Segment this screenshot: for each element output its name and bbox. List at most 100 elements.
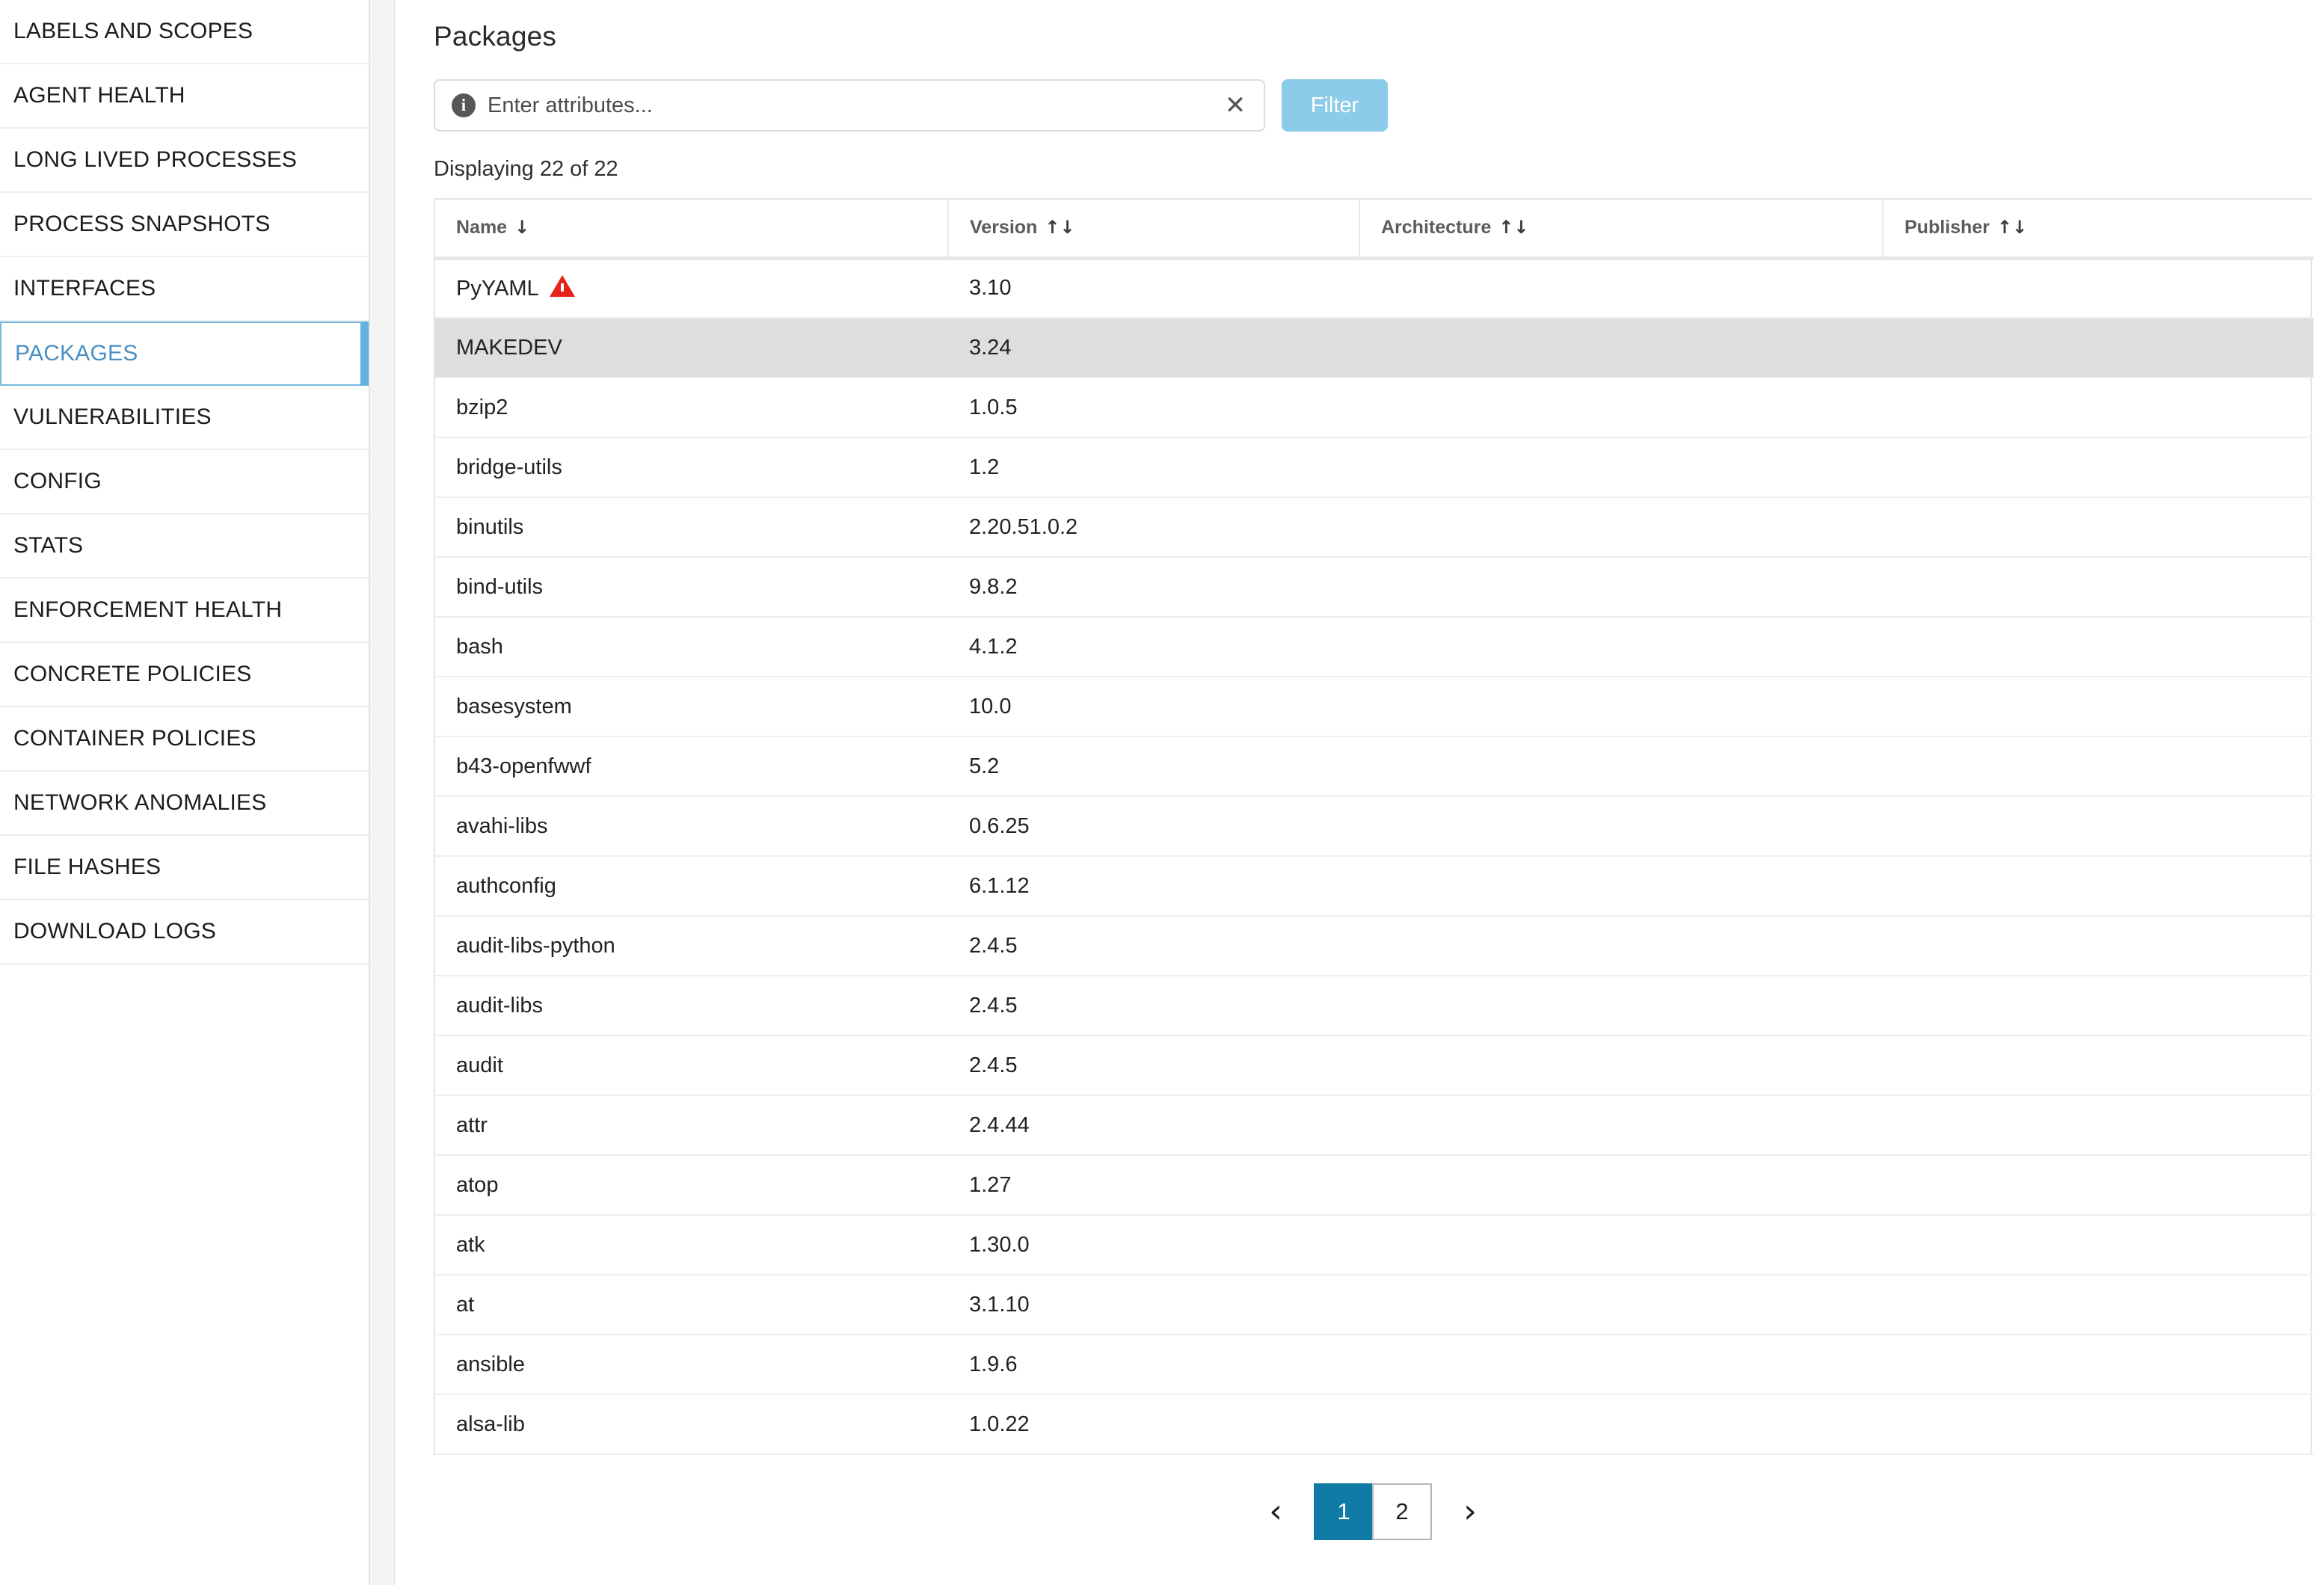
sidebar-item-vulnerabilities[interactable]: VULNERABILITIES	[0, 386, 369, 450]
sidebar-item-network-anomalies[interactable]: NETWORK ANOMALIES	[0, 772, 369, 836]
pagination-pages: 12	[1314, 1483, 1432, 1540]
sidebar-item-concrete-policies[interactable]: CONCRETE POLICIES	[0, 643, 369, 707]
sidebar-item-label: LABELS AND SCOPES	[13, 19, 253, 43]
package-name: at	[456, 1292, 475, 1317]
column-header-name[interactable]: Name ↓	[435, 200, 949, 260]
sidebar-item-file-hashes[interactable]: FILE HASHES	[0, 836, 369, 900]
package-name: bind-utils	[456, 574, 544, 599]
chevron-left-icon[interactable]: ‹	[1258, 1490, 1293, 1533]
cell-name: bridge-utils	[435, 437, 948, 498]
cell-architecture	[1359, 1275, 1883, 1335]
table-row[interactable]: bridge-utils 1.2	[435, 437, 2314, 498]
packages-page: LABELS AND SCOPES AGENT HEALTH LONG LIVED …	[0, 0, 2324, 1585]
package-name: bridge-utils	[456, 455, 562, 479]
displaying-count: Displaying 22 of 22	[434, 157, 618, 181]
sidebar-item-interfaces[interactable]: INTERFACES	[0, 257, 369, 321]
table-row[interactable]: basesystem 10.0	[435, 677, 2314, 737]
close-icon[interactable]: ✕	[1220, 90, 1250, 120]
table-row[interactable]: at 3.1.10	[435, 1275, 2314, 1335]
chevron-right-icon[interactable]: ›	[1453, 1490, 1487, 1533]
attributes-input[interactable]: i Enter attributes... ✕	[434, 79, 1265, 132]
table-row[interactable]: attr 2.4.44	[435, 1095, 2314, 1156]
package-name: avahi-libs	[456, 813, 548, 838]
table-header: Name ↓ Version ↑↓ Architecture ↑↓ Publisher ↑↓	[435, 200, 2314, 260]
cell-publisher	[1883, 557, 2314, 618]
table-row[interactable]: binutils 2.20.51.0.2	[435, 497, 2314, 558]
cell-name: audit-libs-python	[435, 916, 948, 976]
package-name: atop	[456, 1172, 499, 1197]
sidebar-item-long-lived-processes[interactable]: LONG LIVED PROCESSES	[0, 129, 369, 193]
cell-name: binutils	[435, 497, 948, 558]
sidebar-item-container-policies[interactable]: CONTAINER POLICIES	[0, 707, 369, 772]
cell-architecture	[1359, 437, 1883, 498]
sidebar-item-process-snapshots[interactable]: PROCESS SNAPSHOTS	[0, 193, 369, 257]
cell-name: bash	[435, 617, 948, 677]
cell-version: 5.2	[948, 736, 1359, 797]
sidebar-item-download-logs[interactable]: DOWNLOAD LOGS	[0, 900, 369, 964]
cell-publisher	[1883, 1335, 2314, 1395]
cell-architecture	[1359, 1335, 1883, 1395]
table-row[interactable]: bzip2 1.0.5	[435, 378, 2314, 438]
package-name: audit-libs-python	[456, 933, 615, 958]
cell-publisher	[1883, 378, 2314, 438]
sidebar-item-label: FILE HASHES	[13, 855, 162, 879]
cell-version: 1.0.22	[948, 1394, 1359, 1455]
sidebar-item-label: LONG LIVED PROCESSES	[13, 147, 298, 172]
table-row[interactable]: audit-libs-python 2.4.5	[435, 916, 2314, 976]
table-row[interactable]: atk 1.30.0	[435, 1215, 2314, 1275]
package-name: b43-openfwwf	[456, 754, 591, 778]
table-row[interactable]: avahi-libs 0.6.25	[435, 796, 2314, 857]
table-row[interactable]: ansible 1.9.6	[435, 1335, 2314, 1395]
table-row[interactable]: audit 2.4.5	[435, 1035, 2314, 1096]
table-row[interactable]: alsa-lib 1.0.22	[435, 1394, 2314, 1455]
column-header-label: Publisher	[1905, 217, 1990, 238]
cell-version: 1.27	[948, 1155, 1359, 1216]
column-header-architecture[interactable]: Architecture ↑↓	[1359, 200, 1884, 260]
cell-publisher	[1883, 1095, 2314, 1156]
table-row[interactable]: MAKEDEV 3.24	[435, 318, 2314, 378]
page-button-2[interactable]: 2	[1372, 1483, 1432, 1540]
column-header-version[interactable]: Version ↑↓	[948, 200, 1360, 260]
info-icon: i	[452, 93, 476, 117]
table-row[interactable]: bind-utils 9.8.2	[435, 557, 2314, 618]
table-row[interactable]: bash 4.1.2	[435, 617, 2314, 677]
sidebar-item-label: PROCESS SNAPSHOTS	[13, 212, 271, 236]
sidebar-nav-list: LABELS AND SCOPES AGENT HEALTH LONG LIVED …	[0, 0, 369, 964]
filter-button[interactable]: Filter	[1282, 79, 1388, 132]
table-row[interactable]: authconfig 6.1.12	[435, 856, 2314, 917]
sidebar-item-label: DOWNLOAD LOGS	[13, 919, 216, 944]
packages-table: Name ↓ Version ↑↓ Architecture ↑↓ Publisher ↑↓ …	[435, 200, 2314, 1455]
sidebar-item-stats[interactable]: STATS	[0, 514, 369, 579]
sidebar-item-enforcement-health[interactable]: ENFORCEMENT HEALTH	[0, 579, 369, 643]
table-body: PyYAML 3.10 MAKEDEV 3.24 bzip2 1.0.5 bridge-ut…	[435, 258, 2314, 1455]
table-header-row: Name ↓ Version ↑↓ Architecture ↑↓ Publisher ↑↓	[435, 200, 2314, 260]
cell-version: 6.1.12	[948, 856, 1359, 917]
cell-architecture	[1359, 557, 1883, 618]
cell-publisher	[1883, 1394, 2314, 1455]
cell-architecture	[1359, 677, 1883, 737]
sidebar-item-label: INTERFACES	[13, 276, 156, 301]
column-header-publisher[interactable]: Publisher ↑↓	[1883, 200, 2314, 260]
cell-publisher	[1883, 497, 2314, 558]
table-row[interactable]: PyYAML 3.10	[435, 258, 2314, 318]
table-row[interactable]: b43-openfwwf 5.2	[435, 736, 2314, 797]
cell-publisher	[1883, 1215, 2314, 1275]
sidebar-item-config[interactable]: CONFIG	[0, 450, 369, 514]
package-name: MAKEDEV	[456, 335, 562, 360]
cell-publisher	[1883, 258, 2314, 318]
page-button-1[interactable]: 1	[1314, 1483, 1374, 1540]
cell-version: 3.24	[948, 318, 1359, 378]
sidebar-item-agent-health[interactable]: AGENT HEALTH	[0, 64, 369, 129]
package-name: atk	[456, 1232, 485, 1257]
table-row[interactable]: atop 1.27	[435, 1155, 2314, 1216]
cell-publisher	[1883, 736, 2314, 797]
cell-architecture	[1359, 378, 1883, 438]
cell-version: 2.4.5	[948, 976, 1359, 1036]
sidebar-item-packages[interactable]: PACKAGES	[0, 321, 369, 386]
sort-indicator-icon: ↑↓	[1498, 217, 1529, 238]
table-row[interactable]: audit-libs 2.4.5	[435, 976, 2314, 1036]
sidebar-item-labels-and-scopes[interactable]: LABELS AND SCOPES	[0, 0, 369, 64]
page-title: Packages	[434, 21, 557, 52]
cell-name: PyYAML	[435, 258, 948, 318]
cell-name: attr	[435, 1095, 948, 1156]
